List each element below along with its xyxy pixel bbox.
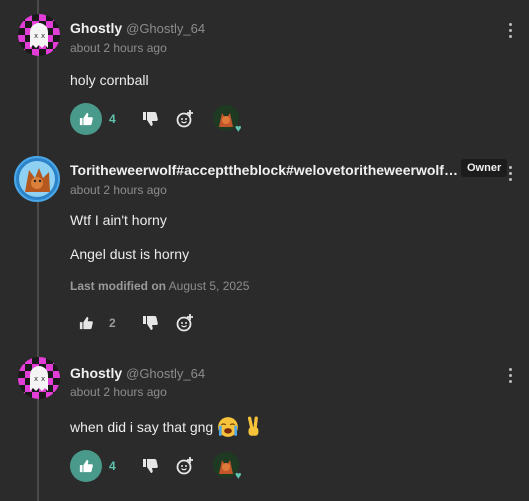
more-options-icon[interactable] [508, 368, 512, 386]
reaction-avatar[interactable]: ♥ [213, 452, 242, 482]
owner-badge: Owner [461, 159, 508, 177]
more-options-icon[interactable] [508, 23, 512, 41]
thumbs-down-icon[interactable] [142, 111, 158, 127]
like-button[interactable] [70, 307, 102, 339]
comment-text: when did i say that gng [70, 416, 265, 438]
author-handle: @Ghostly_64 [126, 21, 206, 36]
more-options-icon[interactable] [508, 166, 512, 184]
last-modified: Last modified on August 5, 2025 [70, 279, 250, 293]
timestamp[interactable]: about 2 hours ago [70, 41, 167, 55]
comment: Toritheweerwolf#accepttheblock#welovetor… [0, 150, 529, 345]
avatar[interactable]: x x [18, 14, 60, 56]
ghost-avatar-icon: x x [30, 23, 48, 48]
wolf-avatar-icon [25, 168, 50, 192]
like-count: 4 [109, 112, 116, 126]
svg-text:x: x [41, 375, 45, 383]
loudly-crying-face-icon [218, 417, 239, 437]
heart-icon: ♥ [235, 123, 242, 135]
like-count: 2 [109, 316, 116, 330]
comment-text: holy cornball [70, 72, 149, 88]
add-reaction-icon[interactable] [176, 314, 194, 332]
author-handle: @Ghostly_64 [126, 366, 206, 381]
reaction-avatar[interactable]: ♥ [213, 105, 242, 135]
like-button[interactable] [70, 450, 102, 482]
thumbs-up-icon [79, 459, 93, 473]
comment-author[interactable]: Ghostly @Ghostly_64 [70, 365, 205, 381]
add-reaction-icon[interactable] [176, 457, 194, 475]
svg-text:x: x [34, 375, 38, 383]
thumbs-down-icon[interactable] [142, 315, 158, 331]
timestamp[interactable]: about 2 hours ago [70, 183, 167, 197]
heart-icon: ♥ [235, 470, 242, 482]
comment-author[interactable]: Toritheweerwolf#accepttheblock#welovetor… [70, 162, 458, 178]
victory-hand-icon [247, 416, 259, 436]
avatar[interactable] [14, 156, 60, 202]
like-button[interactable] [70, 103, 102, 135]
comment-text: Angel dust is horny [70, 246, 190, 262]
thumbs-up-icon [79, 316, 93, 330]
comment: x x Ghostly @Ghostly_64 about 2 hours ago… [0, 345, 529, 501]
timestamp[interactable]: about 2 hours ago [70, 385, 167, 399]
comment: x x Ghostly @Ghostly_64 about 2 hours ago… [0, 0, 529, 150]
avatar[interactable]: x x [18, 357, 60, 399]
thumbs-up-icon [79, 112, 93, 126]
svg-text:x: x [34, 32, 38, 40]
comment-author[interactable]: Ghostly @Ghostly_64 [70, 20, 205, 36]
like-count: 4 [109, 459, 116, 473]
ghost-avatar-icon: x x [30, 366, 48, 391]
add-reaction-icon[interactable] [176, 110, 194, 128]
svg-text:x: x [41, 32, 45, 40]
thumbs-down-icon[interactable] [142, 458, 158, 474]
comment-text: Wtf I ain't horny [70, 212, 167, 228]
